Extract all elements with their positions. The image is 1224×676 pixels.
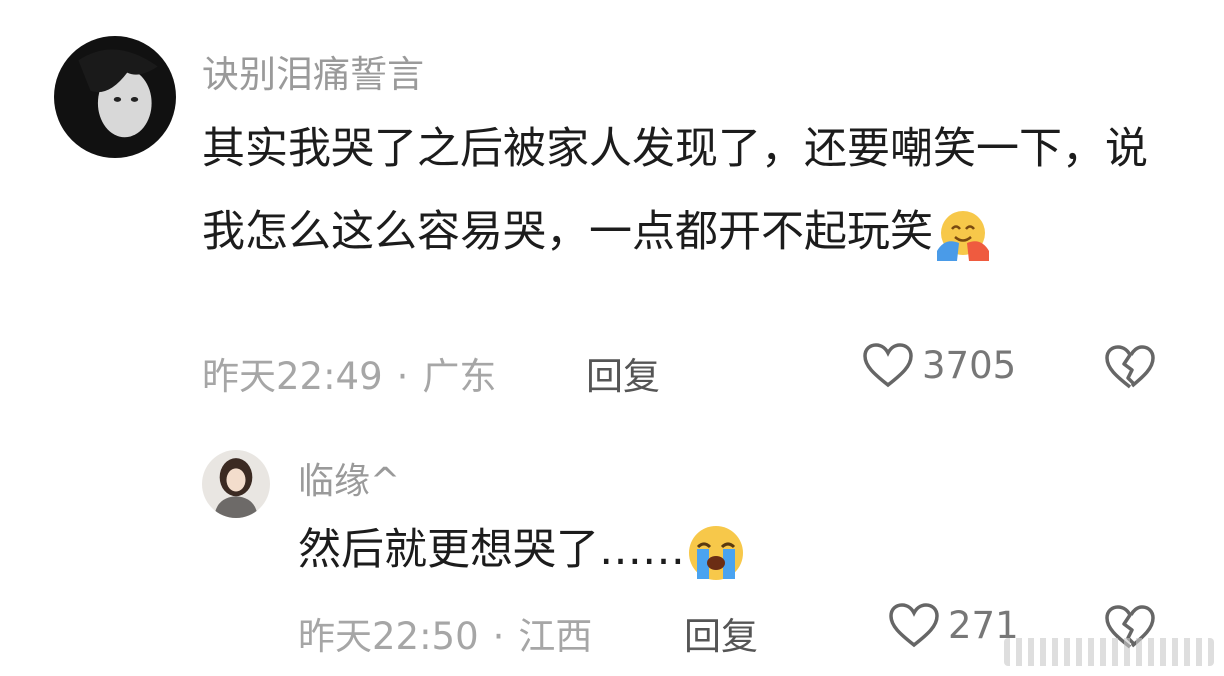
- location: 广东: [422, 355, 497, 398]
- comment-text: 其实我哭了之后被家人发现了，还要嘲笑一下，说我怎么这么容易哭，一点都开不起玩笑: [202, 108, 1182, 274]
- location: 江西: [518, 615, 593, 658]
- comment-reply-item: 临缘^ 然后就更想哭了…… 昨天22:50 · 江西 回复 271: [0, 410, 1224, 676]
- broken-heart-icon: [1105, 345, 1155, 389]
- comment-item: 诀别泪痛誓言 其实我哭了之后被家人发现了，还要嘲笑一下，说我怎么这么容易哭，一点…: [0, 0, 1224, 410]
- comment-meta: 昨天22:49 · 广东: [202, 346, 496, 400]
- comment-text-content: 然后就更想哭了……: [298, 525, 685, 575]
- avatar[interactable]: [54, 36, 176, 158]
- avatar[interactable]: [202, 450, 270, 518]
- username[interactable]: 诀别泪痛誓言: [202, 44, 424, 98]
- hugging-face-emoji: [933, 207, 993, 263]
- username[interactable]: 临缘^: [298, 452, 400, 504]
- loudly-crying-face-emoji: [685, 523, 747, 583]
- heart-icon: [863, 343, 913, 388]
- reply-button[interactable]: 回复: [586, 346, 660, 400]
- comment-text-content: 其实我哭了之后被家人发现了，还要嘲笑一下，说我怎么这么容易哭，一点都开不起玩笑: [202, 124, 1148, 257]
- comment-meta: 昨天22:50 · 江西: [298, 606, 592, 660]
- timestamp: 昨天22:49: [202, 355, 383, 398]
- meta-separator: ·: [492, 615, 505, 658]
- dislike-button[interactable]: [1104, 344, 1156, 394]
- reply-button[interactable]: 回复: [684, 606, 758, 660]
- watermark: [1004, 638, 1214, 666]
- timestamp: 昨天22:50: [298, 615, 479, 658]
- like-count: 3705: [922, 343, 1017, 387]
- comment-text: 然后就更想哭了……: [298, 520, 1178, 583]
- like-button[interactable]: 271: [888, 602, 1019, 648]
- like-button[interactable]: 3705: [862, 342, 1016, 388]
- heart-icon: [889, 603, 939, 648]
- meta-separator: ·: [396, 355, 409, 398]
